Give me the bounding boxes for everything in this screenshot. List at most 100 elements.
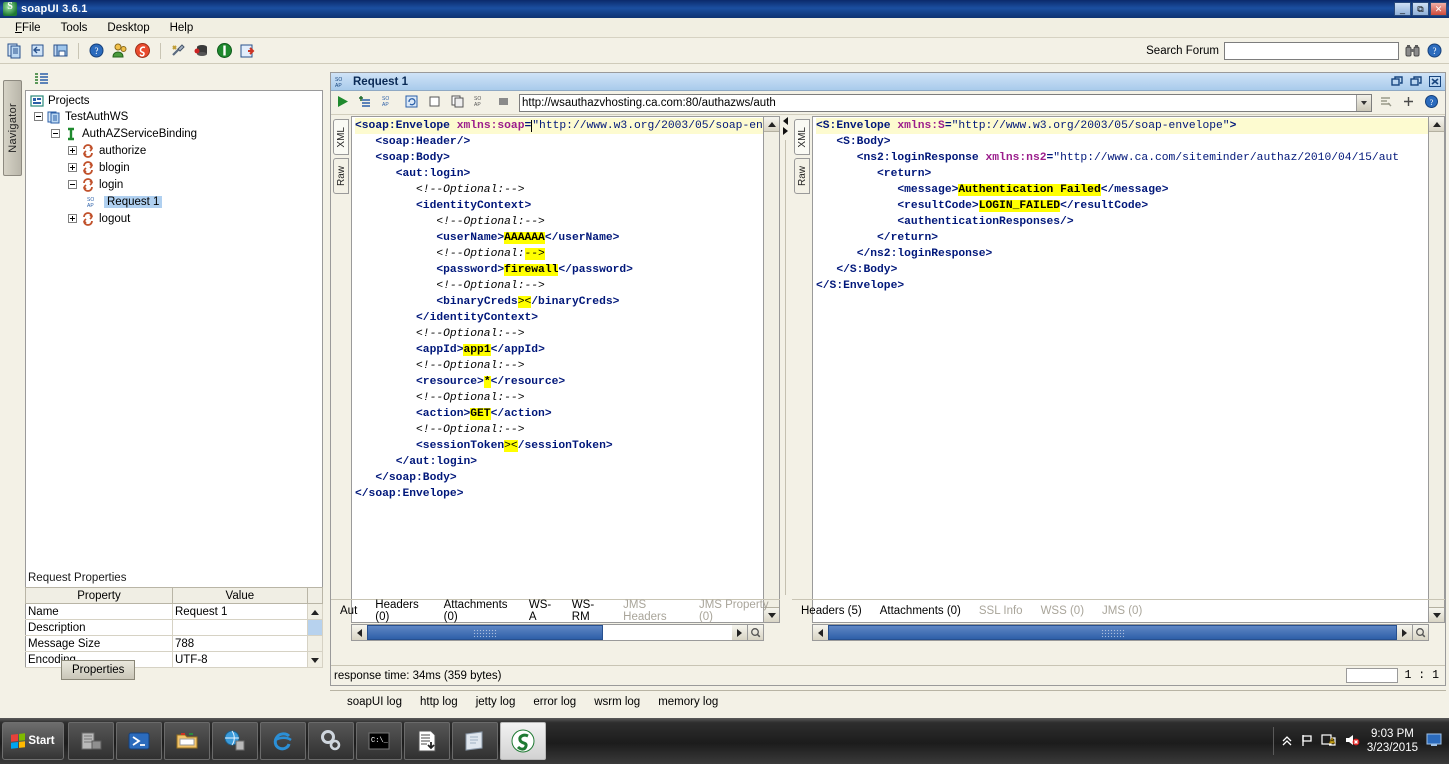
prop-message-size-value[interactable]: 788 <box>172 635 308 652</box>
new-project-icon[interactable] <box>6 42 23 59</box>
taskbar-button-settings[interactable] <box>308 722 354 760</box>
scroll-left-arrow[interactable] <box>813 625 828 640</box>
tree-expander-plus-blogin[interactable] <box>68 163 77 172</box>
tab-request-headers[interactable]: Headers (0) <box>366 596 434 626</box>
collapse-right-icon[interactable] <box>783 127 788 135</box>
tab-request-xml[interactable]: XML <box>333 119 349 155</box>
loadui-icon[interactable] <box>216 42 233 59</box>
tree-expander-minus-2[interactable] <box>51 129 60 138</box>
tree-node-testauthws[interactable]: TestAuthWS <box>26 108 322 125</box>
help-circle-icon[interactable]: ? <box>1426 42 1443 59</box>
run-icon[interactable] <box>335 94 352 111</box>
response-horizontal-scrollbar[interactable] <box>812 624 1429 641</box>
tab-request-attachments[interactable]: Attachments (0) <box>435 596 520 626</box>
tab-error-log[interactable]: error log <box>524 693 585 711</box>
prop-name-value[interactable]: Request 1 <box>172 603 308 620</box>
add-to-testcase-icon[interactable] <box>496 94 513 111</box>
prop-encoding-value[interactable]: UTF-8 <box>172 651 308 668</box>
scroll-right-arrow[interactable] <box>732 625 747 640</box>
table-row[interactable]: Message Size 788 <box>25 635 324 652</box>
search-forum-input[interactable] <box>1224 41 1399 60</box>
request-properties-table[interactable]: Property Value Name Request 1 Descriptio… <box>25 587 324 668</box>
tree-expander-minus-login[interactable] <box>68 180 77 189</box>
start-button[interactable]: Start <box>2 722 64 760</box>
project-tree[interactable]: Projects TestAuthWS AuthAZServiceBinding… <box>25 90 323 638</box>
help-circle-icon[interactable]: ? <box>1424 94 1441 111</box>
volume-muted-icon[interactable] <box>1344 733 1360 750</box>
add-assertion-icon[interactable] <box>358 94 375 111</box>
scroll-thumb[interactable] <box>828 625 1397 640</box>
window-restore-button[interactable]: ⧉ <box>1412 2 1429 16</box>
tree-node-blogin[interactable]: blogin <box>26 159 322 176</box>
wsa-icon[interactable]: SO AP <box>473 94 490 111</box>
prop-description-value[interactable] <box>172 619 308 636</box>
taskbar-button-file-explorer[interactable] <box>164 722 210 760</box>
menu-help[interactable]: Help <box>161 20 203 36</box>
tree-expander-plus-logout[interactable] <box>68 214 77 223</box>
search-in-editor-icon[interactable] <box>1412 625 1428 640</box>
response-vertical-scrollbar[interactable] <box>1429 116 1445 623</box>
tab-request-raw[interactable]: Raw <box>333 158 349 194</box>
save-all-projects-icon[interactable] <box>52 42 69 59</box>
export-icon[interactable] <box>239 42 256 59</box>
scroll-left-arrow[interactable] <box>352 625 367 640</box>
scroll-thumb[interactable] <box>367 625 603 640</box>
taskbar-button-server-manager[interactable] <box>68 722 114 760</box>
taskbar-button-command-prompt[interactable]: C:\_ <box>356 722 402 760</box>
scroll-up-arrow[interactable] <box>1429 117 1444 132</box>
endpoint-url-bar[interactable]: http://wsauthazvhosting.ca.com:80/authaz… <box>519 93 1372 112</box>
stop-icon[interactable] <box>427 94 444 111</box>
scroll-down-button[interactable] <box>307 651 324 668</box>
status-value-field[interactable] <box>1346 668 1399 683</box>
properties-button[interactable]: Properties <box>61 660 136 680</box>
preferences-icon[interactable] <box>170 42 187 59</box>
taskbar-clock[interactable]: 9:03 PM 3/23/2015 <box>1367 727 1418 755</box>
flag-icon[interactable] <box>1300 733 1314 750</box>
menu-tools[interactable]: Tools <box>52 20 97 36</box>
tab-response-raw[interactable]: Raw <box>794 158 810 194</box>
database-icon[interactable] <box>193 42 210 59</box>
format-xml-icon[interactable] <box>1378 94 1395 111</box>
scroll-right-arrow[interactable] <box>1397 625 1412 640</box>
restore-icon[interactable] <box>1390 75 1404 88</box>
request-vertical-scrollbar[interactable] <box>764 116 780 623</box>
import-project-icon[interactable] <box>29 42 46 59</box>
tree-node-login[interactable]: login <box>26 176 322 193</box>
scroll-track[interactable] <box>307 635 324 652</box>
scroll-up-button[interactable] <box>307 603 324 620</box>
tab-response-headers[interactable]: Headers (5) <box>792 602 871 620</box>
tab-ws-a[interactable]: WS-A <box>520 596 563 626</box>
tab-response-xml[interactable]: XML <box>794 119 810 155</box>
request-horizontal-scrollbar[interactable] <box>351 624 764 641</box>
recreate-request-icon[interactable] <box>404 94 421 111</box>
tree-node-authazservicebinding[interactable]: AuthAZServiceBinding <box>26 125 322 142</box>
clone-request-icon[interactable] <box>450 94 467 111</box>
online-help-icon[interactable]: ? <box>88 42 105 59</box>
table-row[interactable]: Description <box>25 619 324 636</box>
taskbar-button-soapui[interactable] <box>500 722 546 760</box>
tree-node-logout[interactable]: logout <box>26 210 322 227</box>
tab-soapui-log[interactable]: soapUI log <box>338 693 411 711</box>
list-icon[interactable] <box>35 73 48 87</box>
taskbar-button-notepad[interactable] <box>452 722 498 760</box>
tab-http-log[interactable]: http log <box>411 693 467 711</box>
tree-node-projects[interactable]: Projects <box>26 91 322 108</box>
navigator-tab[interactable]: Navigator <box>3 80 22 176</box>
window-minimize-button[interactable]: _ <box>1394 2 1411 16</box>
search-in-editor-icon[interactable] <box>747 625 763 640</box>
taskbar-button-internet-explorer[interactable] <box>260 722 306 760</box>
soapui-trial-icon[interactable] <box>134 42 151 59</box>
taskbar-button-document-download[interactable] <box>404 722 450 760</box>
chevron-down-icon[interactable] <box>1356 94 1371 111</box>
scroll-thumb[interactable] <box>307 619 324 636</box>
tree-expander-minus[interactable] <box>34 112 43 121</box>
tab-jetty-log[interactable]: jetty log <box>467 693 525 711</box>
table-row[interactable]: Name Request 1 <box>25 603 324 620</box>
show-hidden-icons-icon[interactable] <box>1281 733 1293 750</box>
tab-memory-log[interactable]: memory log <box>649 693 727 711</box>
taskbar-button-network[interactable] <box>212 722 258 760</box>
tab-ws-rm[interactable]: WS-RM <box>563 596 614 626</box>
editor-splitter[interactable] <box>780 116 792 641</box>
window-close-button[interactable]: ✕ <box>1430 2 1447 16</box>
request-xml-editor[interactable]: <soap:Envelope xmlns:soap="http://www.w3… <box>351 116 764 623</box>
